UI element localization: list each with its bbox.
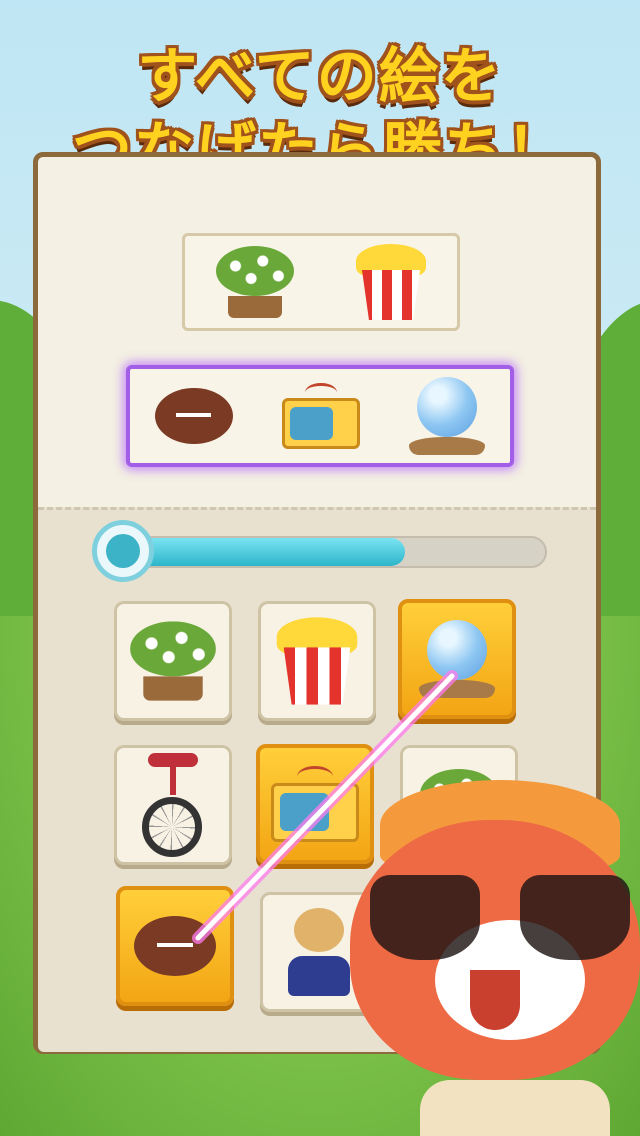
mascot-mouth xyxy=(470,970,520,1030)
game-screen: すべての絵を つなげたら勝ち！ xyxy=(0,0,640,1136)
sunglasses-right-lens xyxy=(520,875,630,960)
mascot-shirt xyxy=(420,1080,610,1136)
sunglasses-left-lens xyxy=(370,875,480,960)
mascot-character xyxy=(340,780,640,1136)
